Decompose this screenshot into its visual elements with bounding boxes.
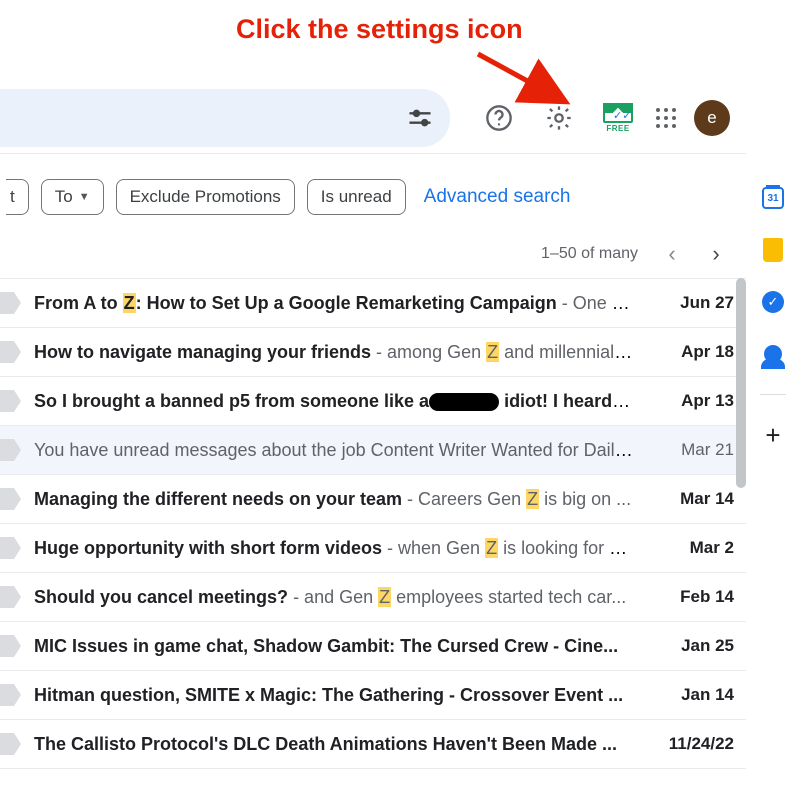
label-tag-icon[interactable] xyxy=(0,488,14,510)
keep-icon[interactable] xyxy=(761,238,785,262)
email-row[interactable]: The Callisto Protocol's DLC Death Animat… xyxy=(0,720,746,769)
tasks-icon[interactable]: ✓ xyxy=(761,290,785,314)
label-tag-icon[interactable] xyxy=(0,341,14,363)
scrollbar-thumb[interactable] xyxy=(736,278,746,488)
chevron-down-icon: ▼ xyxy=(79,191,90,203)
email-row[interactable]: Huge opportunity with short form videos … xyxy=(0,524,746,573)
main-toolbar: ✓✓ FREE e xyxy=(0,82,746,154)
email-subject-line: How to navigate managing your friends - … xyxy=(34,342,633,363)
email-row[interactable]: MIC Issues in game chat, Shadow Gambit: … xyxy=(0,622,746,671)
email-row[interactable]: Managing the different needs on your tea… xyxy=(0,475,746,524)
email-subject-line: Should you cancel meetings? - and Gen Z … xyxy=(34,587,633,608)
label-tag-icon[interactable] xyxy=(0,390,14,412)
email-row[interactable]: You have unread messages about the job C… xyxy=(0,426,746,475)
mailtrack-badge[interactable]: ✓✓ FREE xyxy=(598,98,638,138)
email-date: Apr 13 xyxy=(639,391,734,411)
label-tag-icon[interactable] xyxy=(0,439,14,461)
label-tag-icon[interactable] xyxy=(0,537,14,559)
label-tag-icon[interactable] xyxy=(0,586,14,608)
label-tag-icon[interactable] xyxy=(0,733,14,755)
email-row[interactable]: Should you cancel meetings? - and Gen Z … xyxy=(0,573,746,622)
prev-page-button[interactable]: ‹ xyxy=(652,234,692,274)
email-row[interactable]: So I brought a banned p5 from someone li… xyxy=(0,377,746,426)
email-date: Mar 21 xyxy=(639,440,734,460)
filter-chip-exclude-promotions[interactable]: Exclude Promotions xyxy=(116,179,295,215)
pagination-range: 1–50 of many xyxy=(541,245,638,263)
email-row[interactable]: How to navigate managing your friends - … xyxy=(0,328,746,377)
label-tag-icon[interactable] xyxy=(0,292,14,314)
advanced-search-link[interactable]: Advanced search xyxy=(424,186,571,208)
instruction-annotation: Click the settings icon xyxy=(236,14,523,45)
next-page-button[interactable]: › xyxy=(696,234,736,274)
email-date: Mar 2 xyxy=(639,538,734,558)
email-date: Jan 25 xyxy=(639,636,734,656)
email-list: From A to Z: How to Set Up a Google Rema… xyxy=(0,278,746,800)
email-date: 11/24/22 xyxy=(639,734,734,754)
email-date: Jun 27 xyxy=(639,293,734,313)
email-subject-line: MIC Issues in game chat, Shadow Gambit: … xyxy=(34,636,633,657)
side-divider xyxy=(760,394,786,395)
email-subject-line: Managing the different needs on your tea… xyxy=(34,489,633,510)
filter-chip-is-unread[interactable]: Is unread xyxy=(307,179,406,215)
filter-bar: t To▼ Exclude Promotions Is unread Advan… xyxy=(0,170,746,224)
pagination-bar: 1–50 of many ‹ › xyxy=(0,232,746,276)
email-row[interactable]: From A to Z: How to Set Up a Google Rema… xyxy=(0,279,746,328)
email-subject-line: So I brought a banned p5 from someone li… xyxy=(34,391,633,412)
contacts-icon[interactable] xyxy=(761,342,785,366)
filter-chip-to[interactable]: To▼ xyxy=(41,179,104,215)
email-date: Jan 14 xyxy=(639,685,734,705)
search-box[interactable] xyxy=(0,89,450,147)
label-tag-icon[interactable] xyxy=(0,635,14,657)
email-subject-line: The Callisto Protocol's DLC Death Animat… xyxy=(34,734,633,755)
google-apps-icon[interactable] xyxy=(656,108,676,128)
email-row[interactable]: Hitman question, SMITE x Magic: The Gath… xyxy=(0,671,746,720)
search-options-icon[interactable] xyxy=(406,104,434,132)
add-addon-button[interactable]: + xyxy=(761,423,785,447)
label-tag-icon[interactable] xyxy=(0,684,14,706)
email-date: Apr 18 xyxy=(639,342,734,362)
calendar-icon[interactable]: 31 xyxy=(761,186,785,210)
filter-chip-truncated[interactable]: t xyxy=(6,179,29,215)
redacted-text xyxy=(429,393,499,411)
email-subject-line: Huge opportunity with short form videos … xyxy=(34,538,633,559)
email-date: Mar 14 xyxy=(639,489,734,509)
email-subject-line: Hitman question, SMITE x Magic: The Gath… xyxy=(34,685,633,706)
annotation-arrow xyxy=(470,46,590,116)
side-panel: 31 ✓ + xyxy=(746,170,800,800)
email-date: Feb 14 xyxy=(639,587,734,607)
email-subject-line: From A to Z: How to Set Up a Google Rema… xyxy=(34,293,633,314)
account-avatar[interactable]: e xyxy=(694,100,730,136)
email-subject-line: You have unread messages about the job C… xyxy=(34,440,633,461)
